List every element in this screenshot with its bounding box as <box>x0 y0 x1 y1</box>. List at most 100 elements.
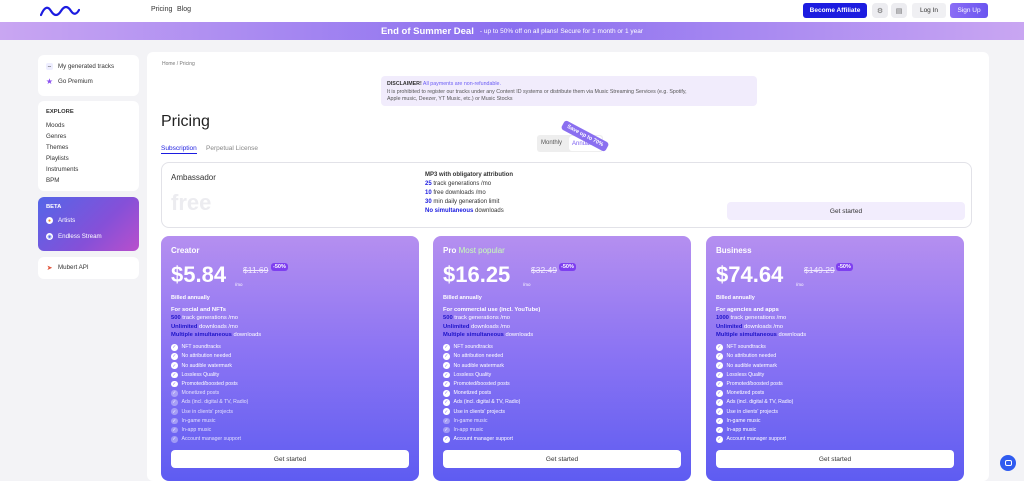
check-icon: ✓ <box>443 390 450 397</box>
quota-line: Multiple simultaneous downloads <box>443 332 534 338</box>
billed-label: Billed annually <box>443 295 482 301</box>
feature-item: ✓ Ads (incl. digital & TV, Radio) <box>171 399 249 406</box>
sidebar-item-moods[interactable]: Moods <box>46 122 65 129</box>
feature-item: ✓ Ads (incl. digital & TV, Radio) <box>443 399 521 406</box>
signup-button[interactable]: Sign Up <box>950 3 988 18</box>
sidebar-item-artists[interactable]: ● Artists <box>46 217 75 224</box>
disclaimer-line-1: It is prohibited to register our tracks … <box>387 88 687 95</box>
rocket-icon: ➤ <box>46 264 53 272</box>
check-icon: ✓ <box>716 390 723 397</box>
discount-badge: -50% <box>271 263 288 271</box>
check-disabled-icon: ✓ <box>171 390 178 397</box>
feature-item: ✓ In-app music <box>171 426 212 434</box>
nav-link-blog[interactable]: Blog <box>177 6 191 13</box>
feature-item: ✓ No attribution needed <box>171 353 232 360</box>
feature-item: ✓ In-app music <box>443 426 484 434</box>
check-icon: ✓ <box>171 380 178 388</box>
feature-item: ✓ Promoted/boosted posts <box>443 380 510 388</box>
disclaimer-heading: DISCLAIMER! <box>387 81 422 87</box>
get-started-button[interactable]: Get started <box>443 450 681 468</box>
quota-line: 500 track generations /mo <box>443 315 511 321</box>
feature-item: ✓ No audible watermark <box>716 362 777 369</box>
sidebar-explore-card: EXPLORE Moods Genres Themes Playlists In… <box>38 101 139 191</box>
old-price: $149.29 <box>804 265 835 275</box>
sidebar-item-label: My generated tracks <box>58 63 115 70</box>
old-price: $11.69 <box>243 265 269 275</box>
get-started-button[interactable]: Get started <box>171 450 409 468</box>
chat-support-icon[interactable] <box>1000 455 1016 471</box>
price-period: /mo <box>523 282 531 287</box>
sidebar-item-go-premium[interactable]: ★ Go Premium <box>46 77 93 86</box>
get-started-button[interactable]: Get started <box>716 450 954 468</box>
feature-item: ✓ Promoted/boosted posts <box>716 380 783 388</box>
nav-link-pricing[interactable]: Pricing <box>151 6 172 13</box>
feature-item: ✓ No attribution needed <box>443 353 504 360</box>
main-panel: Home / Pricing DISCLAIMER! All payments … <box>147 52 989 481</box>
radio-icon: ◉ <box>46 233 53 240</box>
mubert-logo-icon[interactable] <box>40 5 80 17</box>
become-affiliate-button[interactable]: Become Affiliate <box>803 3 867 18</box>
quota-line: 500 track generations /mo <box>171 315 239 321</box>
plan-card-creator: Creator $5.84/mo $11.69 -50% Billed annuall… <box>161 236 419 481</box>
plan-name: Creator <box>171 246 200 255</box>
check-disabled-icon: ✓ <box>171 417 178 425</box>
feature-item: ✓ NFT soundtracks <box>443 344 493 351</box>
quota-line: Multiple simultaneous downloads <box>716 332 807 338</box>
plan-name: Pro Most popular <box>443 246 505 255</box>
feature-item: ✓ NFT soundtracks <box>171 344 221 351</box>
get-started-button[interactable]: Get started <box>727 202 965 220</box>
sidebar-item-themes[interactable]: Themes <box>46 144 68 151</box>
sidebar-item-bpm[interactable]: BPM <box>46 177 59 184</box>
billed-label: Billed annually <box>171 295 210 301</box>
quota-line: Unlimited downloads /mo <box>716 323 784 330</box>
check-icon: ✓ <box>443 344 450 351</box>
feature-item: ✓ Account manager support <box>716 436 786 443</box>
sidebar-item-endless-stream[interactable]: ◉ Endless Stream <box>46 233 102 240</box>
breadcrumb[interactable]: Home / Pricing <box>162 61 195 67</box>
sidebar-item-mubert-api[interactable]: ➤ Mubert API <box>46 264 89 272</box>
feature-item: ✓ Account manager support <box>443 436 513 443</box>
check-icon: ✓ <box>716 417 723 425</box>
check-icon: ✓ <box>443 436 450 443</box>
quota-line: Unlimited downloads /mo <box>443 323 511 330</box>
sidebar-beta-card: BETA ● Artists ◉ Endless Stream <box>38 197 139 251</box>
check-icon: ✓ <box>716 353 723 360</box>
feature-item: ✓ Promoted/boosted posts <box>171 380 238 388</box>
check-icon: ✓ <box>171 362 178 369</box>
check-icon: ✓ <box>716 399 723 406</box>
tab-subscription[interactable]: Subscription <box>161 145 197 154</box>
check-disabled-icon: ✓ <box>171 436 178 443</box>
feature-item: ✓ In-game music <box>443 417 488 425</box>
promo-banner[interactable]: End of Summer Deal - up to 50% off on al… <box>0 22 1024 40</box>
sidebar-item-instruments[interactable]: Instruments <box>46 166 78 173</box>
toggle-monthly[interactable]: Monthly <box>541 140 562 146</box>
check-icon: ✓ <box>443 362 450 369</box>
feature-line: 10 free downloads /mo <box>425 190 486 196</box>
check-icon: ✓ <box>443 371 450 379</box>
sidebar-item-playlists[interactable]: Playlists <box>46 155 69 162</box>
tab-perpetual-license[interactable]: Perpetual License <box>206 145 258 152</box>
login-button[interactable]: Log In <box>912 3 946 18</box>
check-icon: ✓ <box>443 399 450 406</box>
feature-item: ✓ Monetized posts <box>716 390 765 397</box>
notification-bell-icon[interactable]: ⚙ <box>872 3 888 18</box>
sidebar-item-genres[interactable]: Genres <box>46 133 66 140</box>
sidebar-item-label: Endless Stream <box>58 233 102 240</box>
plan-name: Business <box>716 246 752 255</box>
old-price: $32.49 <box>531 265 557 275</box>
check-icon: ✓ <box>716 408 723 415</box>
feature-item: ✓ Use in clients' projects <box>443 408 505 415</box>
check-icon: ✓ <box>716 371 723 379</box>
plan-heading: MP3 with obligatory attribution <box>425 172 513 178</box>
feature-item: ✓ Lossless Quality <box>443 371 492 379</box>
explore-heading: EXPLORE <box>46 109 74 115</box>
feature-item: ✓ NFT soundtracks <box>716 344 766 351</box>
check-icon: ✓ <box>443 353 450 360</box>
most-popular-label: Most popular <box>458 246 505 255</box>
promo-title: End of Summer Deal <box>380 25 474 37</box>
document-icon[interactable]: ▤ <box>891 3 907 18</box>
sidebar-item-my-tracks[interactable]: ∼ My generated tracks <box>46 63 114 70</box>
quota-line: Multiple simultaneous downloads <box>171 332 262 338</box>
check-disabled-icon: ✓ <box>171 408 178 415</box>
check-icon: ✓ <box>171 371 178 379</box>
